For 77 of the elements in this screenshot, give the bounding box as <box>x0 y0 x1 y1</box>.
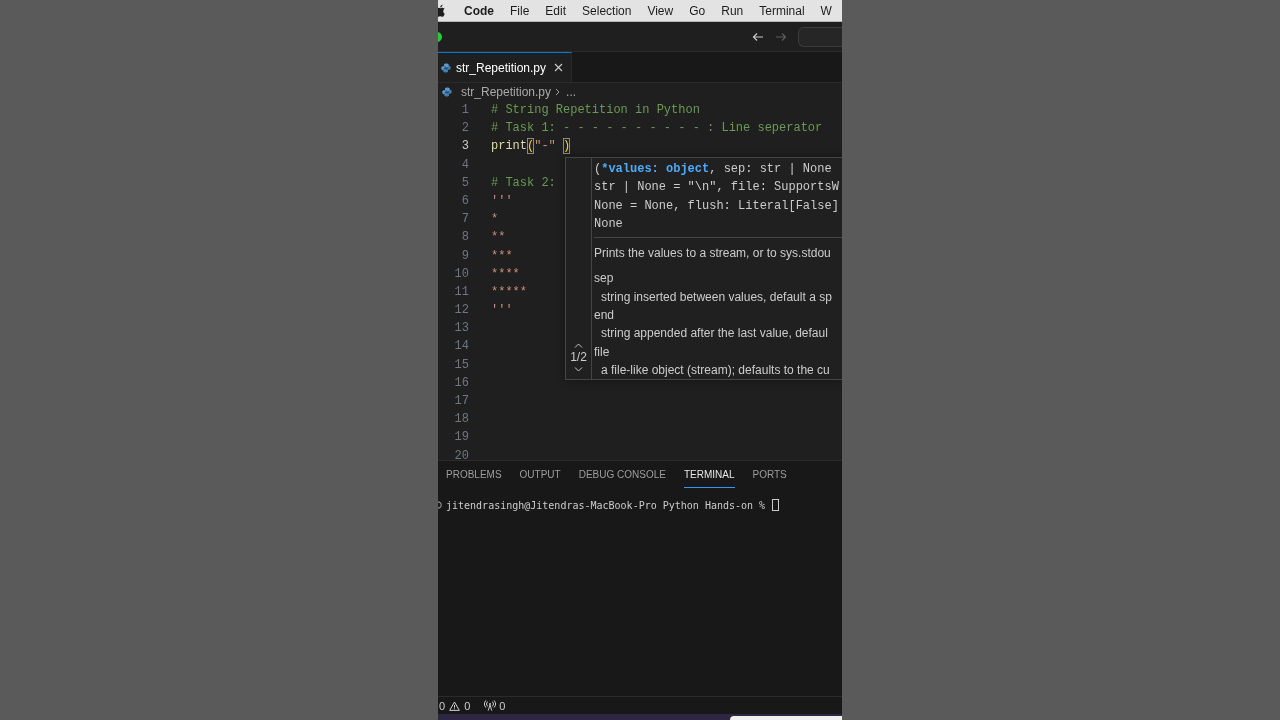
code-line: ***** <box>491 283 527 301</box>
panel-tab[interactable]: OUTPUT <box>519 461 561 488</box>
code-line: ** <box>491 229 506 247</box>
signature-line: str | None = "\n", file: SupportsW <box>594 179 839 197</box>
menu-item[interactable]: File <box>510 3 530 18</box>
terminal-cursor <box>772 499 780 511</box>
menu-item[interactable]: Selection <box>582 3 632 18</box>
broadcast-icon <box>484 700 497 711</box>
breadcrumb-item[interactable]: ... <box>566 85 577 99</box>
parameter-description: a file-like object (stream); defaults to the cu <box>601 361 830 379</box>
overload-counter: 1/2 <box>570 351 587 364</box>
panel-tab[interactable]: TERMINAL <box>683 461 735 488</box>
window-control-icon[interactable] <box>438 31 442 42</box>
panel-tab[interactable]: PROBLEMS <box>446 461 502 488</box>
parameter-name: sep <box>594 270 614 288</box>
code-line: * <box>491 211 499 229</box>
menu-item[interactable]: Terminal <box>759 3 805 18</box>
line-number: 9 <box>460 247 469 265</box>
code-line: # Task 2: <box>491 174 556 192</box>
code-line: ''' <box>491 192 513 210</box>
line-number: 14 <box>453 338 469 356</box>
menu-item[interactable]: W <box>820 3 832 18</box>
line-number: 7 <box>460 211 469 229</box>
app-menu[interactable]: Code <box>464 3 494 18</box>
parameter-name: file <box>594 343 610 361</box>
file-icon <box>441 62 451 73</box>
line-number: 19 <box>453 429 469 447</box>
signature-line: None <box>594 215 623 233</box>
menu-item[interactable]: View <box>647 3 674 18</box>
problems-status[interactable]: 0 0 <box>439 699 471 712</box>
line-number: 5 <box>460 174 469 192</box>
line-number: 4 <box>460 156 469 174</box>
documentation-text: Prints the values to a stream, or to sys.stdou <box>594 245 831 263</box>
parameter-description: string appended after the last value, defaul <box>601 325 828 343</box>
parameter-name: end <box>594 307 615 325</box>
code-line: print("-" ) <box>491 137 571 156</box>
terminal-prompt: jitendrasingh@Jitendras-MacBook-Pro Python Hands-on % <box>446 499 766 511</box>
editor-tab[interactable]: str_Repetition.py <box>438 52 573 82</box>
back-arrow-icon[interactable] <box>752 31 764 42</box>
ports-status[interactable]: 0 <box>484 699 506 712</box>
menu-item[interactable]: Edit <box>545 3 567 18</box>
menu-item[interactable]: Run <box>721 3 744 18</box>
line-number: 12 <box>453 302 469 320</box>
panel-tab[interactable]: PORTS <box>752 461 787 488</box>
chevron-right-icon <box>555 88 561 96</box>
line-number: 6 <box>460 192 469 210</box>
chevron-up-icon[interactable] <box>574 343 583 348</box>
file-icon <box>442 87 452 97</box>
menu-item[interactable]: Go <box>689 3 706 18</box>
line-number: 8 <box>460 229 469 247</box>
code-line: # String Repetition in Python <box>491 102 700 119</box>
command-decoration-icon <box>438 501 442 509</box>
breadcrumb-item[interactable]: str_Repetition.py <box>461 85 552 99</box>
line-number: 15 <box>453 356 469 374</box>
line-number: 17 <box>453 393 469 410</box>
code-line: # Task 1: - - - - - - - - - - : Line seperator <box>491 120 823 138</box>
signature-line: (*values: object, sep: str | None <box>594 161 832 178</box>
command-center-field[interactable] <box>798 26 842 47</box>
parameter-description: string inserted between values, default a sp <box>601 288 832 306</box>
warning-icon <box>449 700 461 711</box>
line-number: 20 <box>453 447 469 460</box>
line-number: 3 <box>460 138 469 156</box>
line-number: 13 <box>453 320 469 338</box>
line-number: 10 <box>453 265 469 283</box>
line-number: 16 <box>453 374 469 392</box>
line-number: 18 <box>453 411 469 429</box>
code-line: ''' <box>491 302 513 320</box>
line-number: 11 <box>453 283 469 301</box>
apple-icon[interactable] <box>438 4 445 17</box>
chevron-down-icon[interactable] <box>574 367 583 372</box>
code-line: **** <box>491 265 520 283</box>
signature-line: None = None, flush: Literal[False] <box>594 197 839 215</box>
code-line: *** <box>491 247 513 265</box>
line-number: 2 <box>460 120 469 138</box>
close-icon[interactable] <box>554 63 564 72</box>
panel-tab[interactable]: DEBUG CONSOLE <box>578 461 666 488</box>
line-number: 1 <box>460 102 469 119</box>
